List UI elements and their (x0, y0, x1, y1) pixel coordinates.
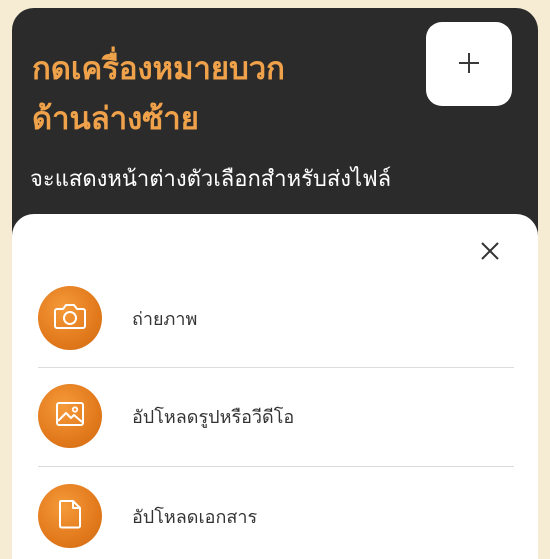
close-icon (480, 241, 500, 264)
option-label: อัปโหลดรูปหรือวีดีโอ (132, 406, 295, 428)
instruction-title-line-2: ด้านล่างซ้าย (32, 101, 199, 137)
option-upload-photo-video[interactable]: อัปโหลดรูปหรือวีดีโอ (38, 384, 514, 448)
option-icon-circle (38, 286, 102, 350)
divider (38, 367, 514, 368)
option-icon-circle (38, 484, 102, 548)
camera-icon (53, 302, 87, 334)
option-icon-circle (38, 384, 102, 448)
tutorial-card: กดเครื่องหมายบวก ด้านล่างซ้าย จะแสดงหน้า… (12, 8, 538, 559)
add-attachment-button[interactable] (426, 22, 512, 106)
option-label: ถ่ายภาพ (132, 308, 198, 330)
option-label: อัปโหลดเอกสาร (132, 506, 258, 528)
instruction-description: จะแสดงหน้าต่างตัวเลือกสำหรับส่งไฟล์ (30, 167, 392, 192)
divider (38, 466, 514, 467)
instruction-title: กดเครื่องหมายบวก ด้านล่างซ้าย (32, 44, 412, 144)
attachment-options-sheet: ถ่ายภาพ อัปโหลดรูปหรือวีดีโอ อัปโหลดเอกส… (12, 214, 538, 559)
document-icon (58, 499, 82, 533)
instruction-title-line-1: กดเครื่องหมายบวก (32, 51, 285, 87)
plus-icon (458, 52, 480, 77)
close-sheet-button[interactable] (474, 236, 506, 268)
option-upload-document[interactable]: อัปโหลดเอกสาร (38, 484, 514, 548)
image-icon (55, 401, 85, 431)
option-take-photo[interactable]: ถ่ายภาพ (38, 286, 514, 350)
